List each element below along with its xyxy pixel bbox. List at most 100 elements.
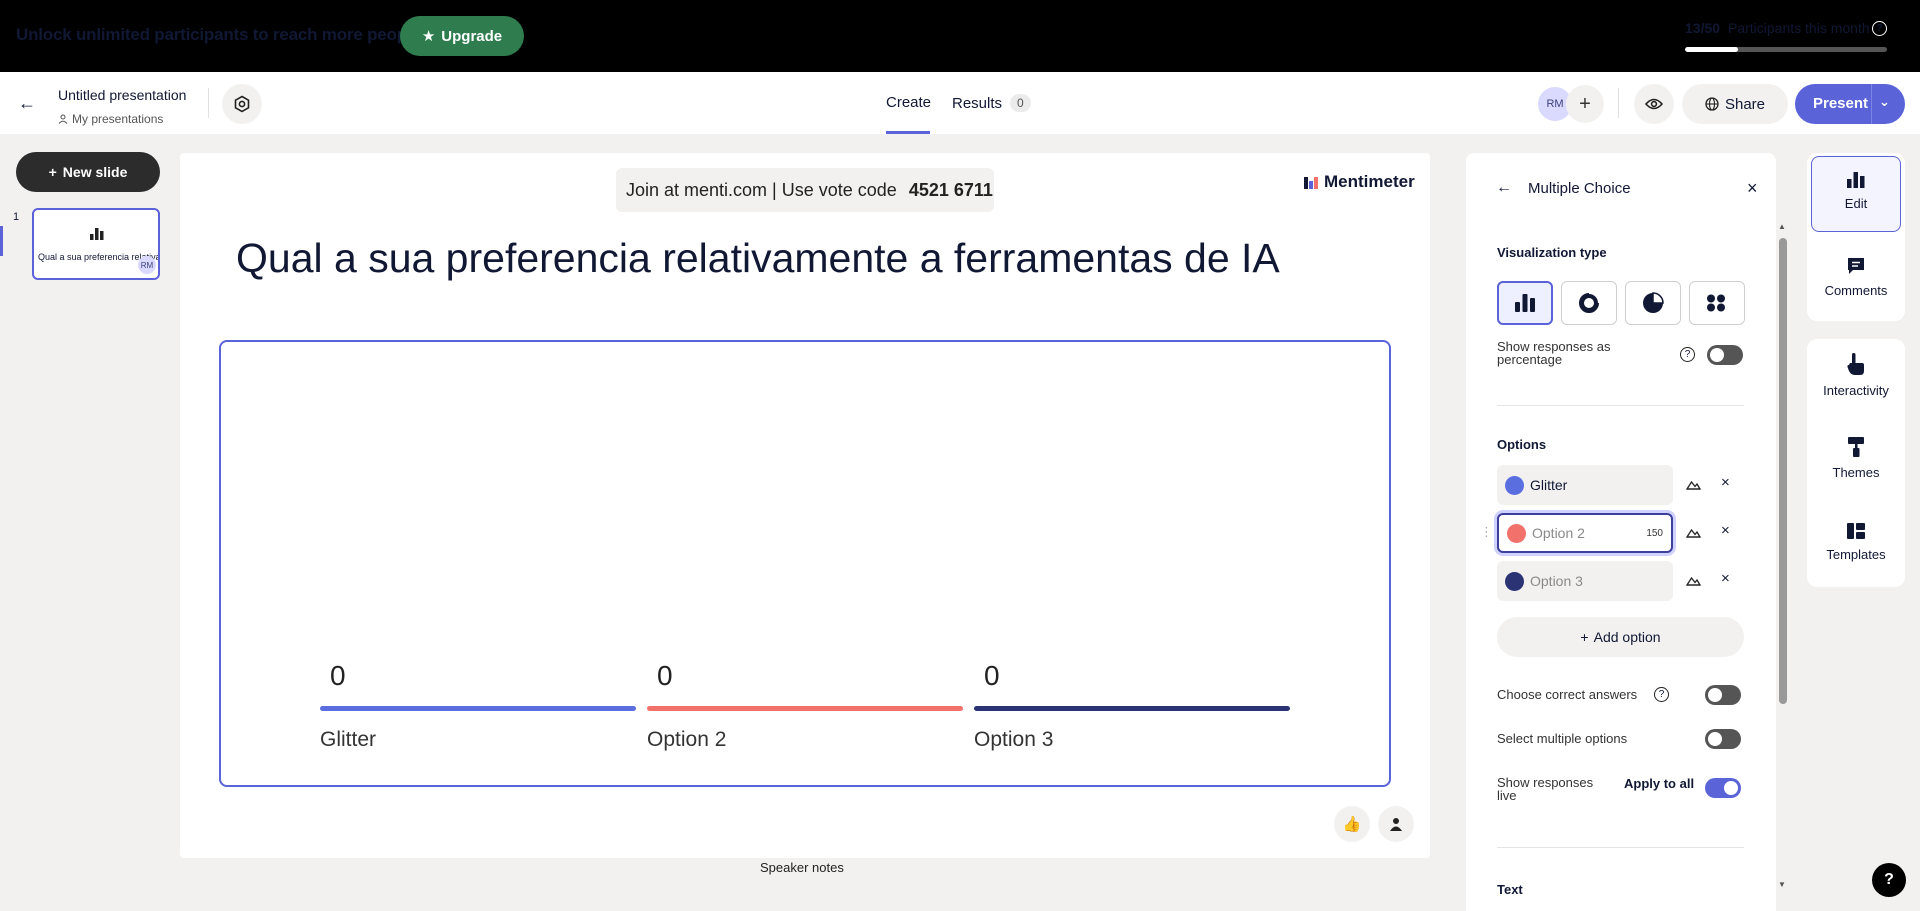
text-section-label: Text [1497, 882, 1523, 897]
rail-item-themes[interactable]: Themes [1811, 437, 1901, 480]
breadcrumb-label: My presentations [72, 112, 164, 126]
panel-scrollbar[interactable] [1779, 238, 1787, 704]
bar-category-label: Glitter [320, 728, 377, 751]
close-icon[interactable]: × [1747, 178, 1758, 199]
help-icon[interactable]: ? [1680, 347, 1695, 362]
option-field-3[interactable]: Option 3 [1497, 561, 1673, 601]
apply-to-all-link[interactable]: Apply to all [1624, 776, 1694, 791]
active-tab-indicator [886, 131, 930, 134]
plus-icon: + [1580, 629, 1589, 645]
participants-help-icon[interactable]: ? [1872, 21, 1887, 36]
results-chart-frame[interactable] [219, 340, 1391, 787]
tab-results[interactable]: Results 0 [952, 94, 1031, 112]
mentimeter-logo-icon [1304, 177, 1318, 189]
plus-icon: + [48, 164, 57, 180]
add-option-button[interactable]: + Add option [1497, 617, 1744, 657]
option-color-dot[interactable] [1505, 571, 1524, 591]
close-icon[interactable]: × [1721, 522, 1730, 539]
user-icon [58, 114, 68, 124]
results-count-badge: 0 [1010, 94, 1031, 112]
visualization-type-label: Visualization type [1497, 245, 1607, 260]
bar-category-label: Option 3 [974, 728, 1054, 751]
bar-value-label: 0 [330, 660, 346, 691]
reaction-button[interactable]: 👍 [1334, 806, 1370, 842]
pie-chart-icon [1643, 292, 1664, 313]
upgrade-button[interactable]: ★ Upgrade [400, 16, 524, 56]
new-slide-label: New slide [62, 164, 128, 180]
panel-title: Multiple Choice [1528, 180, 1631, 197]
scroll-up-icon[interactable]: ▲ [1778, 222, 1786, 231]
back-arrow-icon[interactable]: ← [16, 92, 38, 114]
hand-pointer-icon [1847, 353, 1864, 375]
new-slide-button[interactable]: + New slide [16, 152, 160, 192]
bar-mark [974, 706, 1290, 711]
vote-code: 4521 6711 [908, 179, 993, 200]
close-icon[interactable]: × [1721, 474, 1730, 491]
rail-item-label: Edit [1844, 196, 1868, 211]
rail-item-label: Templates [1826, 547, 1886, 562]
upgrade-label: Upgrade [441, 27, 503, 45]
active-slide-marker [0, 226, 3, 256]
select-multiple-label: Select multiple options [1497, 731, 1628, 746]
add-collaborator-button[interactable]: + [1566, 85, 1604, 123]
person-icon [1390, 818, 1402, 831]
option-field-1[interactable]: Glitter [1497, 465, 1673, 505]
bar-value-label: 0 [657, 660, 673, 691]
choose-correct-label: Choose correct answers [1497, 687, 1638, 702]
option-char-limit: 150 [1646, 527, 1663, 539]
rail-item-edit[interactable]: Edit [1811, 172, 1901, 211]
present-button[interactable]: Present ⌄ [1795, 84, 1905, 124]
image-icon[interactable] [1685, 477, 1702, 493]
thumbs-up-icon: 👍 [1342, 816, 1362, 833]
join-text: Join at menti.com | Use vote code [626, 179, 897, 200]
slide-thumbnail[interactable]: Qual a sua preferencia relativamente a f… [32, 208, 160, 280]
option-color-dot[interactable] [1507, 523, 1526, 543]
preview-button[interactable] [1634, 84, 1674, 124]
toggle-knob [1710, 348, 1724, 362]
option-field-2[interactable]: Option 2 150 [1497, 513, 1673, 553]
speaker-notes-label[interactable]: Speaker notes [760, 860, 844, 875]
settings-button[interactable] [222, 84, 262, 124]
rail-item-label: Themes [1832, 465, 1880, 480]
option-color-dot[interactable] [1505, 475, 1524, 495]
chevron-down-icon[interactable]: ⌄ [1879, 94, 1890, 110]
close-icon[interactable]: × [1721, 570, 1730, 587]
viz-pie-button[interactable] [1625, 281, 1681, 325]
bar-mark [320, 706, 636, 711]
rail-item-interactivity[interactable]: Interactivity [1811, 353, 1901, 398]
rail-item-label: Interactivity [1823, 383, 1889, 398]
header-divider [1618, 88, 1619, 118]
bar-mark [647, 706, 963, 711]
tab-create[interactable]: Create [886, 94, 931, 111]
show-percentage-toggle[interactable] [1707, 345, 1743, 365]
viz-donut-button[interactable] [1561, 281, 1617, 325]
viz-bar-button[interactable] [1497, 281, 1553, 325]
choose-correct-toggle[interactable] [1705, 685, 1741, 705]
scroll-down-icon[interactable]: ▼ [1778, 880, 1786, 889]
presentation-title[interactable]: Untitled presentation [58, 87, 186, 103]
help-button[interactable]: ? [1872, 863, 1906, 897]
show-live-toggle[interactable] [1705, 778, 1741, 798]
paint-roller-icon [1848, 437, 1864, 457]
slide-number: 1 [13, 211, 20, 223]
share-label: Share [1724, 95, 1766, 113]
slide-question[interactable]: Qual a sua preferencia relativamente a f… [236, 235, 1280, 282]
image-icon[interactable] [1685, 573, 1702, 589]
participants-progress-fill [1685, 47, 1738, 52]
panel-divider [1497, 847, 1744, 848]
tab-results-label: Results [952, 94, 1003, 112]
select-multiple-toggle[interactable] [1705, 729, 1741, 749]
audience-button[interactable] [1378, 806, 1414, 842]
options-label: Options [1497, 437, 1547, 452]
back-arrow-icon[interactable]: ← [1496, 179, 1512, 197]
share-button[interactable]: Share [1682, 84, 1788, 124]
add-option-label: Add option [1593, 629, 1661, 645]
image-icon[interactable] [1685, 525, 1702, 541]
join-instructions: Join at menti.com | Use vote code 4521 6… [616, 168, 994, 212]
viz-dots-button[interactable] [1689, 281, 1745, 325]
help-icon[interactable]: ? [1654, 687, 1669, 702]
rail-item-templates[interactable]: Templates [1811, 523, 1901, 562]
rail-item-comments[interactable]: Comments [1811, 257, 1901, 298]
breadcrumb[interactable]: My presentations [58, 112, 163, 126]
rail-item-label: Comments [1824, 283, 1888, 298]
